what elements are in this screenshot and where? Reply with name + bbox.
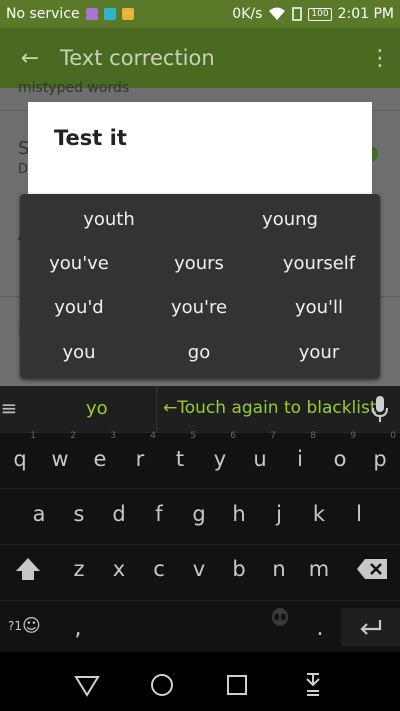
microphone-icon[interactable]: [370, 394, 390, 424]
battery-icon: 100: [308, 7, 332, 21]
soft-keyboard: 1q 2w 3e 4r 5t 6y 7u 8i 9o 0p a s d f g …: [0, 431, 400, 654]
app-bar: ← Text correction ⋮: [0, 28, 400, 88]
page-title: Text correction: [60, 46, 215, 70]
notification-icon: [121, 8, 134, 20]
key-p[interactable]: 0p: [360, 431, 400, 484]
back-triangle-icon[interactable]: [72, 672, 102, 698]
backspace-key[interactable]: [352, 558, 392, 584]
suggestion-your[interactable]: your: [299, 342, 339, 363]
home-circle-icon[interactable]: [147, 672, 177, 698]
menu-icon[interactable]: ≡: [0, 398, 18, 418]
suggestion-youve[interactable]: you've: [49, 253, 109, 274]
period-key[interactable]: .: [300, 604, 340, 654]
shift-key[interactable]: [8, 556, 48, 586]
suggestion-youll[interactable]: you'll: [295, 297, 343, 318]
key-t[interactable]: 5t: [160, 431, 200, 484]
key-c[interactable]: c: [139, 544, 179, 594]
backspace-icon: [357, 559, 387, 579]
space-key[interactable]: [100, 602, 300, 650]
key-r[interactable]: 4r: [120, 431, 160, 484]
key-m[interactable]: m: [299, 544, 339, 594]
key-e[interactable]: 3e: [80, 431, 120, 484]
suggestion-youth[interactable]: youth: [83, 209, 135, 230]
enter-key[interactable]: [341, 608, 400, 646]
suggestions-popup: youth young you've yours yourself you'd …: [20, 194, 380, 378]
symbols-key[interactable]: ?1☺: [8, 612, 52, 640]
overflow-menu-icon[interactable]: ⋮: [360, 46, 400, 71]
key-f[interactable]: f: [139, 489, 179, 539]
sim-icon: [292, 7, 303, 21]
key-u[interactable]: 7u: [240, 431, 280, 484]
key-w[interactable]: 2w: [40, 431, 80, 484]
network-speed: 0K/s: [232, 6, 263, 22]
suggestion-yourself[interactable]: yourself: [283, 253, 355, 274]
emoji-icon: ☺: [22, 615, 41, 637]
clock: 2:01 PM: [337, 6, 394, 22]
back-arrow-icon[interactable]: ←: [0, 46, 60, 71]
suggestion-you[interactable]: you: [62, 342, 95, 363]
test-dialog: Test it: [28, 102, 372, 198]
divider: [0, 600, 400, 601]
carrier-label: No service: [6, 6, 80, 22]
suggestion-young[interactable]: young: [262, 209, 318, 230]
key-n[interactable]: n: [259, 544, 299, 594]
typed-word[interactable]: yo: [86, 398, 108, 419]
dialog-title: Test it: [54, 126, 127, 150]
divider: [156, 386, 157, 432]
key-b[interactable]: b: [219, 544, 259, 594]
notification-icon: [103, 8, 116, 20]
alien-icon: [272, 608, 288, 626]
key-v[interactable]: v: [179, 544, 219, 594]
key-a[interactable]: a: [19, 489, 59, 539]
hide-keyboard-icon[interactable]: [298, 672, 328, 698]
key-y[interactable]: 6y: [200, 431, 240, 484]
list-item: mistyped words: [18, 80, 130, 96]
key-o[interactable]: 9o: [320, 431, 360, 484]
key-j[interactable]: j: [259, 489, 299, 539]
navigation-bar: [0, 660, 400, 711]
shift-arrow-icon: [16, 558, 40, 580]
key-i[interactable]: 8i: [280, 431, 320, 484]
divider: [0, 432, 400, 433]
suggestion-youd[interactable]: you'd: [54, 297, 103, 318]
status-bar: No service 0K/s 100 2:01 PM: [0, 0, 400, 28]
suggestion-youre[interactable]: you're: [171, 297, 227, 318]
wifi-icon: [269, 7, 286, 20]
key-k[interactable]: k: [299, 489, 339, 539]
key-l[interactable]: l: [339, 489, 379, 539]
comma-key[interactable]: ,: [58, 604, 98, 654]
suggestion-go[interactable]: go: [188, 342, 210, 363]
key-x[interactable]: x: [99, 544, 139, 594]
key-q[interactable]: 1q: [0, 431, 40, 484]
key-z[interactable]: z: [59, 544, 99, 594]
suggestion-strip: ≡ yo ←Touch again to blacklist: [0, 386, 400, 432]
enter-arrow-icon: [359, 620, 381, 635]
key-d[interactable]: d: [99, 489, 139, 539]
notification-icon: [85, 8, 98, 20]
suggestion-yours[interactable]: yours: [174, 253, 224, 274]
recents-square-icon[interactable]: [222, 672, 252, 698]
key-h[interactable]: h: [219, 489, 259, 539]
key-s[interactable]: s: [59, 489, 99, 539]
blacklist-hint[interactable]: ←Touch again to blacklist: [163, 398, 377, 418]
key-g[interactable]: g: [179, 489, 219, 539]
list-item: D: [18, 162, 29, 177]
